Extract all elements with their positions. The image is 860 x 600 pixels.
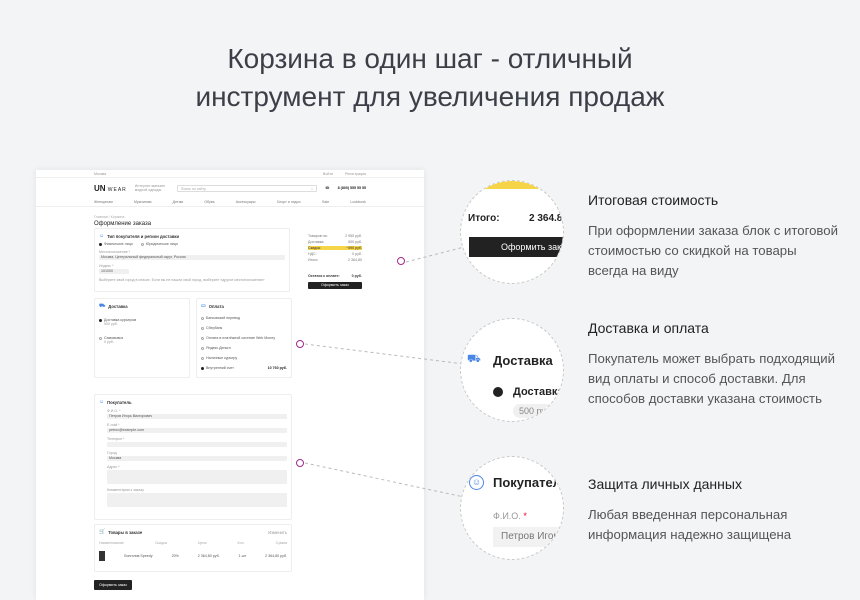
truck-icon: ⛟ xyxy=(467,353,481,365)
delivery-option-label: Доставка xyxy=(513,386,564,398)
feature-title: Итоговая стоимость xyxy=(588,192,719,208)
total-label: Итого: xyxy=(468,213,500,224)
feature-text: Любая введенная персональная информация … xyxy=(588,507,792,542)
buyer-title: Покупатель xyxy=(493,475,564,490)
marker-buyer xyxy=(296,459,304,467)
marker-total xyxy=(397,257,405,265)
fio-label: Ф.И.О. * xyxy=(493,511,527,521)
feature-text: При оформлении заказа блок с итоговой ст… xyxy=(588,223,838,278)
feature-text: Покупатель может выбрать подходящий вид … xyxy=(588,351,835,406)
feature-privacy: Защита личных данных Любая введенная пер… xyxy=(588,476,838,545)
zoom-circle-buyer: ☺ Покупатель Ф.И.О. * Петров Игорь xyxy=(460,456,564,560)
zoom-circle-delivery: ⛟ Доставка Доставка 500 руб xyxy=(460,318,564,422)
feature-title: Защита личных данных xyxy=(588,476,742,492)
marker-delivery xyxy=(296,340,304,348)
delivery-radio[interactable] xyxy=(493,387,503,397)
delivery-title: Доставка xyxy=(493,353,553,368)
discount-highlight xyxy=(461,181,563,189)
user-icon: ☺ xyxy=(469,475,484,490)
zoom-circle-total: Итого: 2 364.8 Оформить заказ xyxy=(460,180,564,284)
feature-total: Итоговая стоимость При оформлении заказа… xyxy=(588,192,838,281)
delivery-price-badge: 500 руб xyxy=(513,404,558,418)
feature-title: Доставка и оплата xyxy=(588,320,709,336)
checkout-button[interactable]: Оформить заказ xyxy=(469,237,563,257)
feature-delivery: Доставка и оплата Покупатель может выбра… xyxy=(588,320,838,409)
fio-input[interactable]: Петров Игорь xyxy=(493,527,563,547)
total-value: 2 364.8 xyxy=(529,213,563,224)
